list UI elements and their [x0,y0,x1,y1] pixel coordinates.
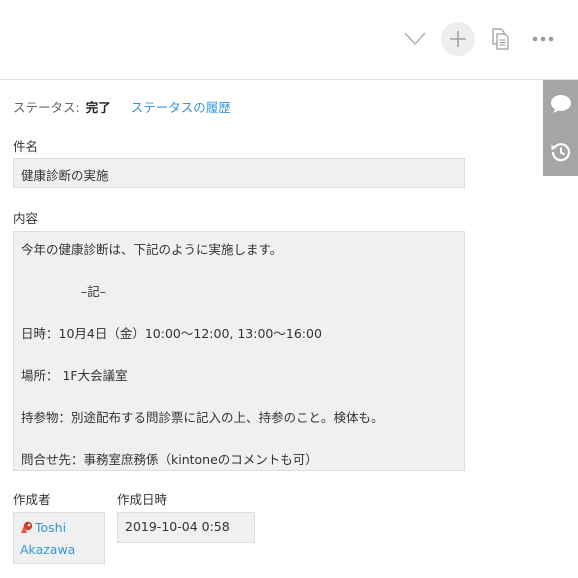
side-panel [543,80,578,176]
creator-field-label: 作成者 [13,492,51,507]
history-button[interactable] [543,128,578,176]
content-line: –記– [81,284,107,299]
content-field-value: 今年の健康診断は、下記のように実施します。 –記– 日時：10月4日（金）10:… [13,231,465,471]
status-history-link[interactable]: ステータスの履歴 [131,100,231,115]
status-label: ステータス: [13,100,80,115]
creator-last-name[interactable]: Akazawa [20,540,98,560]
created-at-field-label: 作成日時 [117,492,168,507]
title-field-label: 件名 [13,139,39,154]
record-header [0,0,578,80]
content-line: 今年の健康診断は、下記のように実施します。 [21,242,283,257]
plus-icon [450,31,466,47]
more-icon [532,36,554,42]
duplicate-record-button[interactable] [484,22,518,56]
user-avatar-icon [20,520,34,540]
creator-field-value: Toshi Akazawa [13,512,105,564]
history-icon [551,143,570,162]
content-line: 持参物：別途配布する問診票に記入の上、持参のこと。検体も。 [21,410,384,425]
content-line: 日時：10月4日（金）10:00〜12:00, 13:00〜16:00 [21,326,322,341]
content-field-label: 内容 [13,211,39,226]
creator-first-name[interactable]: Toshi [35,520,66,535]
status-bar: ステータス: 完了 ステータスの履歴 [13,97,231,116]
document-copy-icon [492,28,509,50]
title-field-value: 健康診断の実施 [13,158,465,188]
more-options-button[interactable] [526,22,560,56]
comment-icon [550,95,571,113]
chevron-down-icon[interactable] [398,22,432,56]
comment-button[interactable] [543,80,578,128]
status-value: 完了 [85,100,111,115]
content-line: 場所： 1F大会議室 [21,368,128,383]
content-line: 問合せ先：事務室庶務係（kintoneのコメントも可） [21,452,318,467]
add-record-button[interactable] [441,22,475,56]
created-at-field-value: 2019-10-04 0:58 [117,512,255,543]
